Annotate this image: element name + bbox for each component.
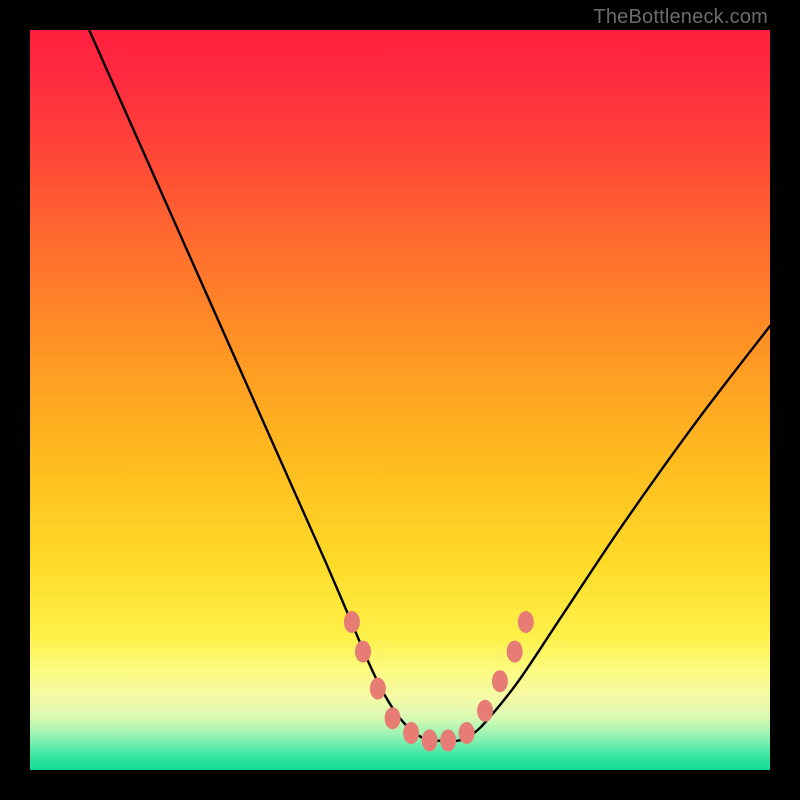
bottleneck-curve: [89, 30, 770, 741]
curve-marker: [492, 670, 508, 692]
curve-marker: [507, 641, 523, 663]
curve-marker: [518, 611, 534, 633]
curve-marker: [459, 722, 475, 744]
curve-markers: [344, 611, 534, 751]
curve-marker: [440, 729, 456, 751]
chart-frame: TheBottleneck.com: [0, 0, 800, 800]
curve-marker: [355, 641, 371, 663]
curve-marker: [344, 611, 360, 633]
curve-marker: [403, 722, 419, 744]
curve-marker: [422, 729, 438, 751]
chart-svg: [30, 30, 770, 770]
chart-plot-area: [30, 30, 770, 770]
curve-marker: [385, 707, 401, 729]
curve-marker: [477, 700, 493, 722]
curve-marker: [370, 678, 386, 700]
watermark-text: TheBottleneck.com: [593, 6, 768, 29]
